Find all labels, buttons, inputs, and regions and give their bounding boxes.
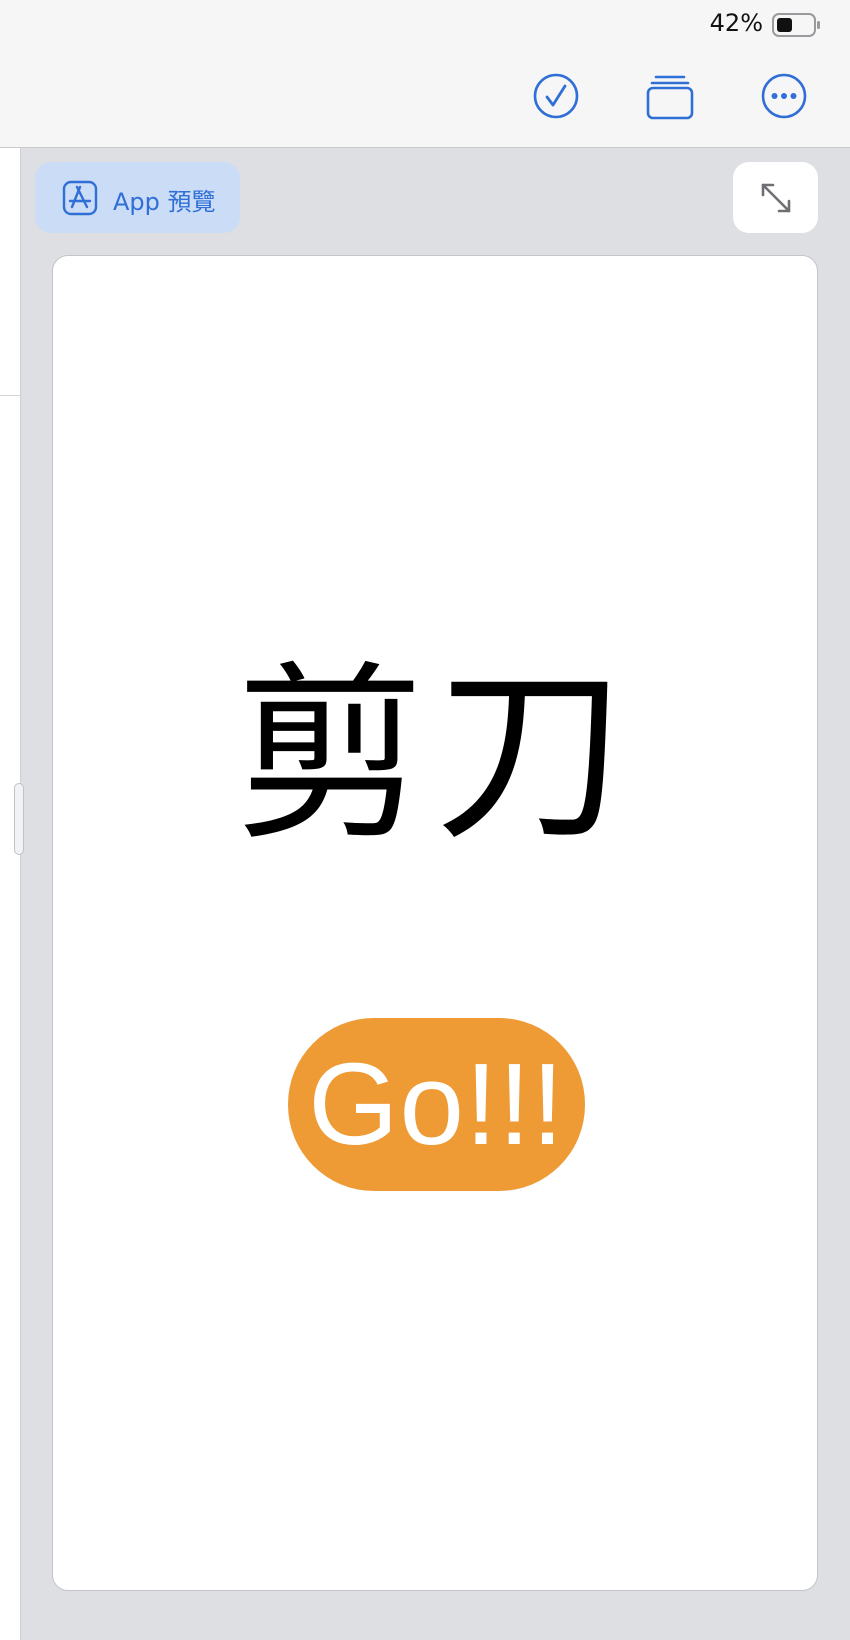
- stacked-windows-icon: [646, 72, 694, 120]
- toolbar: [0, 50, 850, 148]
- go-button[interactable]: Go!!!: [288, 1018, 585, 1191]
- battery-percentage: 42%: [709, 9, 763, 37]
- headline-text: 剪刀: [234, 645, 635, 866]
- done-button[interactable]: [532, 72, 580, 120]
- expand-preview-button[interactable]: [733, 162, 818, 233]
- app-store-icon: [62, 180, 98, 216]
- windows-button[interactable]: [646, 72, 694, 120]
- divider: [0, 395, 20, 396]
- app-preview-button[interactable]: App 預覽: [35, 162, 240, 233]
- app-preview-label: App 預覽: [113, 188, 216, 216]
- go-button-label: Go!!!: [308, 1039, 565, 1169]
- app-preview-screen: 剪刀 Go!!!: [52, 255, 818, 1591]
- battery-icon: [772, 13, 820, 37]
- ellipsis-circle-icon: [760, 72, 808, 120]
- more-button[interactable]: [760, 72, 808, 120]
- checkmark-circle-icon: [532, 72, 580, 120]
- editor-sidebar-edge: [0, 148, 21, 1640]
- split-view-drag-handle[interactable]: [14, 783, 24, 855]
- status-bar: 42%: [0, 0, 850, 50]
